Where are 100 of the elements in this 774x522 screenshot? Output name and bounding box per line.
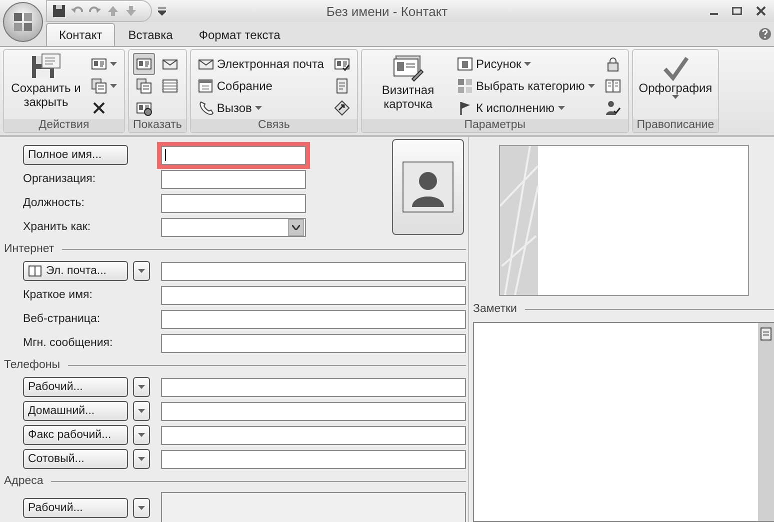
text-field[interactable] (161, 402, 466, 420)
address-field[interactable] (161, 492, 466, 522)
caret-icon (138, 409, 145, 413)
contact-photo-button[interactable] (392, 139, 464, 235)
documents-icon (91, 78, 107, 94)
person-silhouette-icon (402, 161, 454, 213)
dropdown-field[interactable] (161, 218, 306, 236)
address-book-icon (28, 264, 42, 278)
text-field[interactable] (161, 426, 466, 444)
ribbon-tab[interactable]: Контакт (46, 23, 116, 46)
person-check-icon (604, 100, 621, 116)
chevron-icon[interactable] (288, 218, 304, 236)
arrow-icon (334, 100, 350, 116)
padlock-icon (604, 56, 621, 72)
ribbon-button[interactable]: К исполнению (454, 97, 598, 119)
ribbon-tab[interactable]: Вставка (115, 23, 186, 46)
dropdown-button[interactable] (133, 377, 150, 397)
office-button[interactable] (3, 2, 43, 42)
field-type-button[interactable]: Сотовый... (23, 449, 128, 469)
section-title: Телефоны (4, 359, 60, 371)
picture-icon (456, 56, 473, 72)
customize-toolbar-icon (158, 6, 166, 16)
group-label: Правописание (632, 119, 718, 132)
group-label: Связь (190, 119, 357, 132)
dropdown-button[interactable] (133, 401, 150, 421)
text-field[interactable] (161, 310, 466, 328)
dropdown-button[interactable] (133, 498, 150, 518)
field-type-button[interactable]: Рабочий... (23, 377, 128, 397)
ribbon-button[interactable]: Орфография (636, 53, 714, 119)
section-title: Заметки (473, 303, 517, 315)
ribbon-button[interactable]: Выбрать категорию (454, 75, 598, 97)
ribbon-button[interactable]: Вызов (194, 97, 327, 119)
caret-icon (138, 269, 145, 273)
close-icon (91, 100, 107, 116)
field-type-button[interactable]: Домашний... (23, 401, 128, 421)
up-arrow-icon (107, 5, 119, 17)
help-icon (758, 27, 772, 41)
card-check-icon (334, 56, 350, 72)
card-icon (760, 327, 772, 341)
ribbon-icon-button[interactable] (133, 53, 156, 75)
maximize-icon (732, 7, 742, 15)
window-title: Без имени - Контакт (326, 4, 448, 18)
phone-icon (198, 100, 214, 116)
group-label: Параметры (362, 119, 628, 132)
field-type-button[interactable]: Рабочий... (23, 498, 128, 518)
text-field[interactable] (161, 334, 466, 352)
notes-field[interactable] (473, 322, 774, 522)
logo (12, 11, 34, 33)
field-type-button[interactable]: Факс рабочий... (23, 425, 128, 445)
minimize-icon (710, 13, 718, 15)
caret-icon (254, 106, 262, 110)
section-title: Интернет (4, 243, 54, 255)
section-title: Адреса (4, 475, 44, 487)
calendar-icon (198, 78, 214, 94)
field-label: Краткое имя: (23, 289, 92, 301)
business-card-icon (392, 53, 424, 83)
caret-icon (138, 506, 145, 510)
dropdown-button[interactable] (133, 425, 150, 445)
documents-icon (136, 78, 152, 94)
field-label: Должность: (23, 197, 84, 209)
field-label: Хранить как: (23, 221, 91, 233)
field-label: Мгн. сообщения: (23, 337, 113, 349)
caret-icon (110, 62, 117, 66)
caret-icon (138, 457, 145, 461)
caret-icon (138, 385, 145, 389)
text-field[interactable] (161, 378, 466, 396)
ribbon-button[interactable]: Визитная карточка (366, 53, 450, 119)
caret-icon (558, 106, 565, 110)
address-book-icon (604, 78, 621, 94)
ribbon-button[interactable]: Сохранить и закрыть (8, 53, 84, 119)
field-type-button[interactable]: Эл. почта... (23, 261, 128, 281)
caret-icon (138, 433, 145, 437)
field-label: Организация: (23, 173, 96, 185)
ribbon-button[interactable]: Электронная почта (194, 53, 327, 75)
close-icon (756, 6, 766, 16)
text-field[interactable] (161, 194, 306, 212)
caret-icon (110, 84, 117, 88)
dropdown-button[interactable] (133, 449, 150, 469)
text-field[interactable] (161, 286, 466, 304)
dropdown-button[interactable] (133, 261, 150, 281)
text-field[interactable] (161, 450, 466, 468)
caret-icon (588, 84, 595, 88)
card-clock-icon (136, 100, 152, 116)
caret-icon (672, 95, 679, 99)
floppy-disk-icon (30, 53, 62, 81)
caret-icon (524, 62, 532, 66)
group-label: Действия (4, 119, 124, 132)
text-field[interactable] (161, 170, 306, 188)
contact-card-icon (91, 56, 107, 72)
list-icon (162, 78, 178, 94)
down-arrow-icon (125, 5, 137, 17)
full-name-button[interactable]: Полное имя... (23, 145, 128, 165)
group-label: Показать (129, 119, 186, 132)
field-label: Веб-страница: (23, 313, 100, 325)
ribbon-tab[interactable]: Формат текста (186, 23, 294, 46)
text-field[interactable] (161, 262, 466, 280)
ribbon-button[interactable]: Рисунок (454, 53, 598, 75)
ribbon-button[interactable]: Собрание (194, 75, 327, 97)
document-icon (334, 78, 350, 94)
category-icon (456, 78, 473, 94)
